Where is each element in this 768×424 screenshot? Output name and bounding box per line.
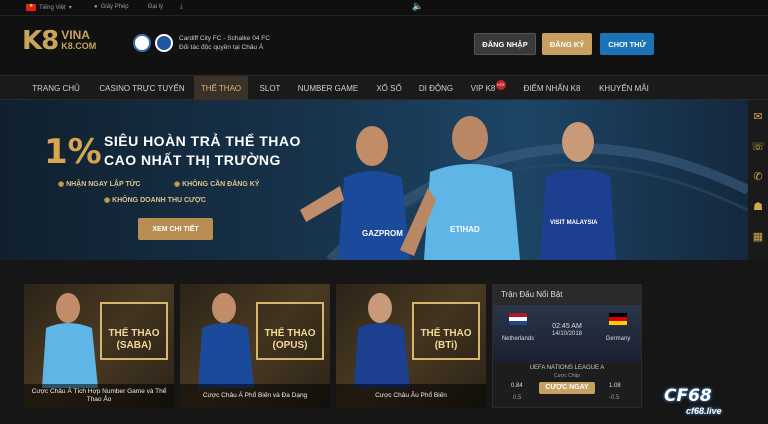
germany-flag-icon (609, 313, 627, 325)
language-label: Tiếng Việt (39, 4, 66, 11)
agent-link[interactable]: Đại lý (148, 4, 163, 10)
player-left (300, 126, 410, 260)
card-title-line1: THỂ THAO (108, 328, 160, 339)
match-time: 02:45 AM (552, 323, 582, 330)
nav-mobile[interactable]: DI ĐỘNG (414, 76, 458, 101)
card-title-line2: (OPUS) (272, 340, 308, 351)
promo-banner[interactable]: GAZPROM ETIHAD VISIT MALAYSIA 1% SIÊU HO… (0, 100, 748, 260)
bet-market: Cược Chấp (553, 373, 581, 379)
jersey-right-text: VISIT MALAYSIA (550, 220, 598, 226)
language-selector[interactable]: Tiếng Việt ▾ (26, 3, 72, 11)
player-image (198, 293, 254, 388)
schalke-badge-icon (155, 34, 173, 52)
promo-title: SIÊU HOÀN TRẢ THỂ THAO CAO NHẤT THỊ TRƯỜ… (104, 132, 301, 170)
logo-bottom-text: K8.COM (61, 41, 97, 51)
license-link[interactable]: ● Giấy Phép (94, 4, 129, 10)
card-title-line1: THỂ THAO (420, 328, 472, 339)
watermark-big: CF68 (664, 386, 712, 406)
away-team: Germany (605, 336, 631, 342)
home-team: Netherlands (501, 336, 535, 342)
away-handicap: -0.5 (609, 395, 620, 401)
nav-casino[interactable]: CASINO TRỰC TUYẾN (92, 76, 192, 101)
chevron-down-icon: ▾ (68, 5, 72, 11)
main-nav: TRANG CHỦ CASINO TRỰC TUYẾN THỂ THAO SLO… (0, 75, 768, 101)
download-icon[interactable]: ⤓ (180, 4, 183, 11)
partner-line2: Đối tác độc quyền tại Châu Á (179, 44, 264, 51)
watermark: CF68 cf68.live (664, 386, 746, 418)
card-caption: Cược Châu Âu Phổ Biến (336, 384, 486, 408)
logo-top-text: VINA (61, 28, 90, 42)
card-title-line2: (SABA) (116, 340, 152, 351)
featured-match: Trận Đấu Nổi Bật 02:45 AM 14/10/2018 Net… (492, 284, 642, 408)
sports-card-bti[interactable]: THỂ THAO (BTi) Cược Châu Âu Phổ Biến (336, 284, 486, 408)
card-title-line1: THỂ THAO (264, 328, 316, 339)
player-right (540, 122, 616, 260)
nav-slot[interactable]: SLOT (252, 76, 288, 101)
promo-percent: 1% (44, 132, 102, 172)
promo-bullet-1: NHẬN NGAY LẬP TỨC (58, 180, 141, 188)
promo-bullet-3: KHÔNG DOANH THU CƯỢC (104, 196, 206, 204)
league-name: UEFA NATIONS LEAGUE A (529, 365, 605, 371)
jersey-center-text: ETIHAD (450, 225, 480, 234)
call-icon[interactable]: ✆ (751, 170, 765, 184)
sports-card-opus[interactable]: THỂ THAO (OPUS) Cược Châu Á Phổ Biến và … (180, 284, 330, 408)
sports-section: THỂ THAO (SABA) Cược Châu Á Tích Hợp Num… (0, 260, 768, 424)
player-image (354, 293, 410, 388)
nav-number-game[interactable]: NUMBER GAME (292, 76, 364, 101)
away-odds[interactable]: 1.08 (609, 383, 621, 389)
nav-lottery[interactable]: XỔ SỐ (370, 76, 408, 101)
home-handicap: 0.5 (513, 395, 522, 401)
qr-code-icon[interactable]: ▦ (751, 230, 765, 244)
logo-k8: K8 (22, 26, 59, 56)
promo-title-line1: SIÊU HOÀN TRẢ THỂ THAO (104, 133, 301, 149)
card-title-line2: (BTi) (434, 340, 458, 351)
side-toolbar: ✉ ☏ ✆ ☗ ▦ (748, 100, 768, 260)
view-details-button[interactable]: XEM CHI TIẾT (138, 218, 213, 240)
login-button[interactable]: ĐĂNG NHẬP (474, 33, 536, 55)
phone-icon[interactable]: ☏ (751, 140, 765, 154)
license-label: Giấy Phép (100, 4, 129, 10)
jersey-left-text: GAZPROM (362, 229, 403, 238)
cardiff-badge-icon (133, 34, 151, 52)
sports-card-saba[interactable]: THỂ THAO (SABA) Cược Châu Á Tích Hợp Num… (24, 284, 174, 408)
netherlands-flag-icon (509, 313, 527, 325)
home-odds[interactable]: 0.84 (511, 383, 523, 389)
nav-highlights[interactable]: ĐIỂM NHẤN K8 (518, 76, 586, 101)
partner-info: Cardiff City FC - Schalke 04 FC Đối tác … (133, 34, 270, 52)
match-info: 02:45 AM 14/10/2018 Netherlands Germany (493, 305, 641, 363)
sound-icon[interactable]: 🔈 (412, 1, 423, 12)
register-button[interactable]: ĐĂNG KÝ (542, 33, 592, 55)
zalo-icon[interactable]: ☗ (751, 200, 765, 214)
agent-label: Đại lý (148, 4, 164, 10)
card-title: THỂ THAO (OPUS) (256, 328, 324, 352)
top-bar: Tiếng Việt ▾ ● Giấy Phép Đại lý ⤓ 🔈 (0, 0, 768, 16)
logo[interactable]: K8 VINA K8.COM (22, 26, 96, 56)
header: K8 VINA K8.COM Cardiff City FC - Schalke… (0, 16, 768, 74)
chat-icon[interactable]: ✉ (751, 110, 765, 124)
card-caption: Cược Châu Á Tích Hợp Number Game và Thể … (24, 384, 174, 408)
player-image (42, 293, 98, 388)
vietnam-flag-icon (26, 3, 36, 11)
watermark-small: cf68.live (686, 406, 722, 416)
nav-home[interactable]: TRANG CHỦ (26, 76, 86, 101)
globe-icon: ● (94, 4, 98, 10)
partner-line1: Cardiff City FC - Schalke 04 FC (179, 35, 270, 42)
promo-bullet-2: KHÔNG CẦN ĐĂNG KÝ (174, 180, 259, 188)
bet-now-button[interactable]: CƯỢC NGAY (539, 382, 595, 394)
nav-sports[interactable]: THỂ THAO (194, 76, 248, 101)
hot-badge: HOT (496, 80, 506, 90)
nav-promotions[interactable]: KHUYẾN MÃI (592, 76, 656, 101)
nav-vip[interactable]: VIP K8 (464, 76, 502, 101)
match-date: 14/10/2018 (551, 331, 583, 337)
promo-title-line2: CAO NHẤT THỊ TRƯỜNG (104, 152, 281, 168)
try-button[interactable]: CHƠI THỬ (600, 33, 654, 55)
card-title: THỂ THAO (SABA) (100, 328, 168, 352)
featured-match-title: Trận Đấu Nổi Bật (493, 285, 641, 305)
card-title: THỂ THAO (BTi) (412, 328, 480, 352)
card-caption: Cược Châu Á Phổ Biến và Đa Dạng (180, 384, 330, 408)
